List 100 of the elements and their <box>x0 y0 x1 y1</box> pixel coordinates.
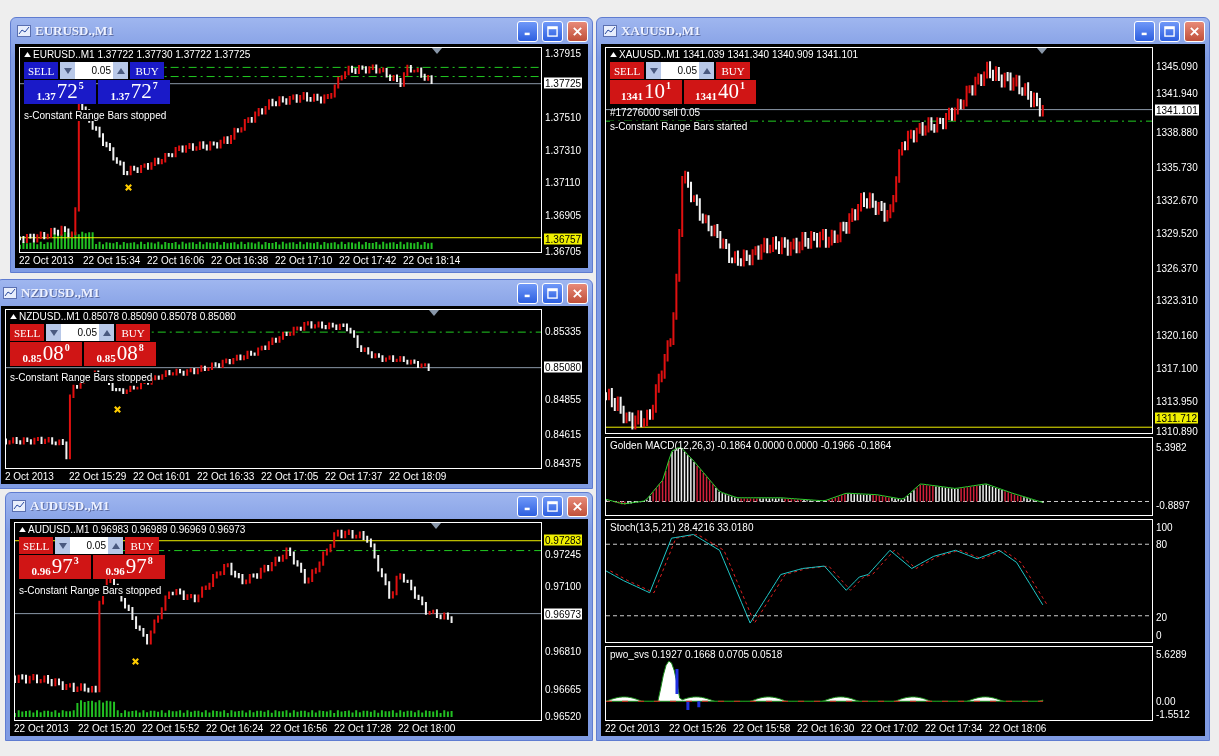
chart-window-icon <box>17 25 31 37</box>
lot-increase-button[interactable] <box>113 62 128 79</box>
buy-price-button[interactable]: 0.8508$^{8}$ <box>84 342 156 366</box>
maximize-button[interactable] <box>542 282 563 304</box>
minimize-button[interactable] <box>517 20 538 42</box>
price-label: 1341.101 <box>1155 104 1199 116</box>
time-label: 22 Oct 17:28 <box>334 723 393 734</box>
scale-label: 5.3982 <box>1155 441 1188 452</box>
time-label: 22 Oct 17:02 <box>861 723 920 734</box>
triangle-icon[interactable] <box>24 52 31 57</box>
chart-window-icon <box>3 287 17 299</box>
lot-decrease-button[interactable] <box>60 62 75 79</box>
price-label: 1332.670 <box>1155 194 1199 206</box>
sell-button[interactable]: SELL <box>19 537 53 554</box>
time-label: 22 Oct 16:38 <box>211 255 270 266</box>
lot-field[interactable]: 0.05 <box>75 62 113 79</box>
price-label: 0.84615 <box>544 428 583 440</box>
time-label: 22 Oct 17:10 <box>275 255 334 266</box>
time-label: 22 Oct 18:09 <box>389 471 448 482</box>
chart-window-icon <box>12 500 26 512</box>
buy-price-button[interactable]: 0.9697$^{8}$ <box>93 555 165 579</box>
close-button[interactable] <box>567 495 588 517</box>
scale-label: 80 <box>1155 538 1169 550</box>
price-label: 0.96810 <box>544 645 583 657</box>
maximize-icon <box>547 25 558 37</box>
close-button[interactable] <box>567 282 588 304</box>
down-arrow-icon <box>649 67 658 74</box>
sell-price-button[interactable]: 0.9697$^{3}$ <box>19 555 91 579</box>
close-button[interactable] <box>567 20 588 42</box>
time-label: 22 Oct 18:14 <box>403 255 462 266</box>
lot-increase-button[interactable] <box>99 324 114 341</box>
sell-button[interactable]: SELL <box>610 62 644 79</box>
maximize-button[interactable] <box>542 495 563 517</box>
time-label: 22 Oct 15:29 <box>69 471 128 482</box>
indicator-label: Stoch(13,5,21) 28.4216 33.0180 <box>610 522 754 534</box>
minimize-button[interactable] <box>1134 20 1155 42</box>
sell-price-button[interactable]: 1341 10$^{1}$ <box>610 80 682 104</box>
sell-button[interactable]: SELL <box>24 62 58 79</box>
price-label: 1310.890 <box>1155 425 1199 437</box>
buy-price-button[interactable]: 1.3772$^{7}$ <box>98 80 170 104</box>
shift-marker-icon[interactable] <box>431 48 442 54</box>
time-label: 22 Oct 16:56 <box>270 723 329 734</box>
price-label: 1335.730 <box>1155 161 1199 173</box>
maximize-icon <box>547 500 558 512</box>
time-label: 22 Oct 18:06 <box>989 723 1048 734</box>
price-label: 1326.370 <box>1155 262 1199 274</box>
status-text: s-Constant Range Bars stopped <box>19 585 162 596</box>
buy-button[interactable]: BUY <box>125 537 159 554</box>
up-arrow-icon <box>111 542 120 549</box>
shift-marker-icon[interactable] <box>428 310 439 316</box>
maximize-button[interactable] <box>1159 20 1180 42</box>
scale-label: 0 <box>1155 629 1163 641</box>
price-label: 1317.100 <box>1155 362 1199 374</box>
sell-button[interactable]: SELL <box>10 324 44 341</box>
price-label: 0.97100 <box>544 580 583 592</box>
price-label: 0.97283 <box>544 534 583 546</box>
minimize-button[interactable] <box>517 495 538 517</box>
lot-field[interactable]: 0.05 <box>70 537 108 554</box>
price-label: 0.85080 <box>544 361 583 373</box>
lot-increase-button[interactable] <box>699 62 714 79</box>
maximize-icon <box>547 287 558 299</box>
status-text: s-Constant Range Bars stopped <box>10 372 153 383</box>
down-arrow-icon <box>49 329 58 336</box>
price-label: 1.37915 <box>544 47 583 59</box>
lot-field[interactable]: 0.05 <box>661 62 699 79</box>
triangle-icon[interactable] <box>10 314 17 319</box>
lot-decrease-button[interactable] <box>646 62 661 79</box>
price-label: 0.84375 <box>544 457 583 469</box>
minimize-button[interactable] <box>517 282 538 304</box>
time-label: 22 Oct 15:26 <box>669 723 728 734</box>
close-button[interactable] <box>1184 20 1205 42</box>
buy-button[interactable]: BUY <box>130 62 164 79</box>
buy-button[interactable]: BUY <box>716 62 750 79</box>
lot-decrease-button[interactable] <box>55 537 70 554</box>
maximize-button[interactable] <box>542 20 563 42</box>
triangle-icon[interactable] <box>19 527 26 532</box>
price-label: 0.96973 <box>544 608 583 620</box>
sell-price-button[interactable]: 0.8508$^{0}$ <box>10 342 82 366</box>
lot-increase-button[interactable] <box>108 537 123 554</box>
symbol-header: NZDUSD..M1 0.85078 0.85090 0.85078 0.85080 <box>10 311 236 322</box>
shift-marker-icon[interactable] <box>1037 48 1048 54</box>
triangle-icon[interactable] <box>610 52 617 57</box>
status-text: s-Constant Range Bars stopped <box>24 110 167 121</box>
time-label: 22 Oct 16:30 <box>797 723 856 734</box>
time-label: 22 Oct 15:52 <box>142 723 201 734</box>
close-icon <box>572 500 583 512</box>
lot-field[interactable]: 0.05 <box>61 324 99 341</box>
buy-price-button[interactable]: 134140$^{1}$ <box>684 80 756 104</box>
window-title: EURUSD.,M1 <box>35 23 114 39</box>
time-label: 22 Oct 17:05 <box>261 471 320 482</box>
chart-window-icon <box>603 25 617 37</box>
lot-decrease-button[interactable] <box>46 324 61 341</box>
buy-button[interactable]: BUY <box>116 324 150 341</box>
cross-marker-icon <box>130 656 140 666</box>
price-label: 1341.940 <box>1155 87 1199 99</box>
shift-marker-icon[interactable] <box>430 523 441 529</box>
scale-label: 5.6289 <box>1155 648 1188 660</box>
time-label: 22 Oct 18:00 <box>398 723 457 734</box>
window-title: AUDUSD.,M1 <box>30 498 110 514</box>
sell-price-button[interactable]: 1.3772$^{5}$ <box>24 80 96 104</box>
